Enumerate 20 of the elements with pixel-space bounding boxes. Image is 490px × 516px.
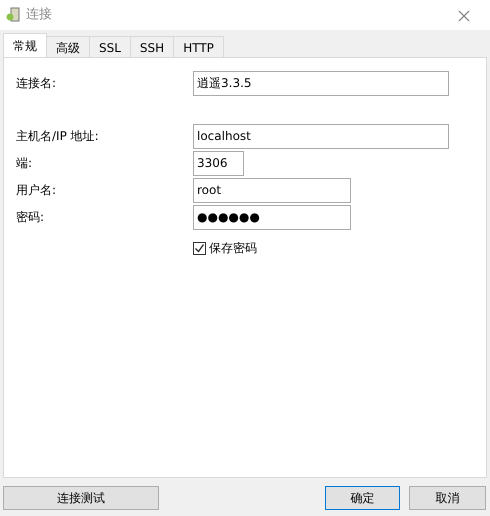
input-field[interactable]: root [193, 178, 351, 202]
ok-button[interactable]: 确定 [325, 486, 400, 510]
cancel-button[interactable]: 取消 [409, 486, 486, 510]
field-label: 主机名/IP 地址: [16, 128, 100, 145]
field-label: 用户名: [16, 182, 58, 199]
input-field[interactable]: ●●●●●● [193, 204, 351, 230]
window-title: 连接 [26, 6, 52, 24]
tab[interactable]: HTTP [173, 36, 224, 57]
checkbox-label: 保存密码 [209, 240, 257, 257]
test-connection-button[interactable]: 连接测试 [3, 486, 159, 510]
save-password-checkbox[interactable] [193, 242, 206, 254]
connection-icon [6, 7, 22, 23]
input-field[interactable]: 3306 [193, 150, 244, 176]
input-field[interactable]: 逍遥3.3.5 [193, 70, 449, 96]
field-label: 连接名: [16, 75, 58, 92]
tab[interactable]: 常规 [3, 33, 47, 57]
input-field[interactable]: localhost [193, 124, 449, 148]
field-label: 端: [16, 155, 34, 172]
field-label: 密码: [16, 209, 46, 226]
close-icon[interactable] [458, 10, 470, 22]
